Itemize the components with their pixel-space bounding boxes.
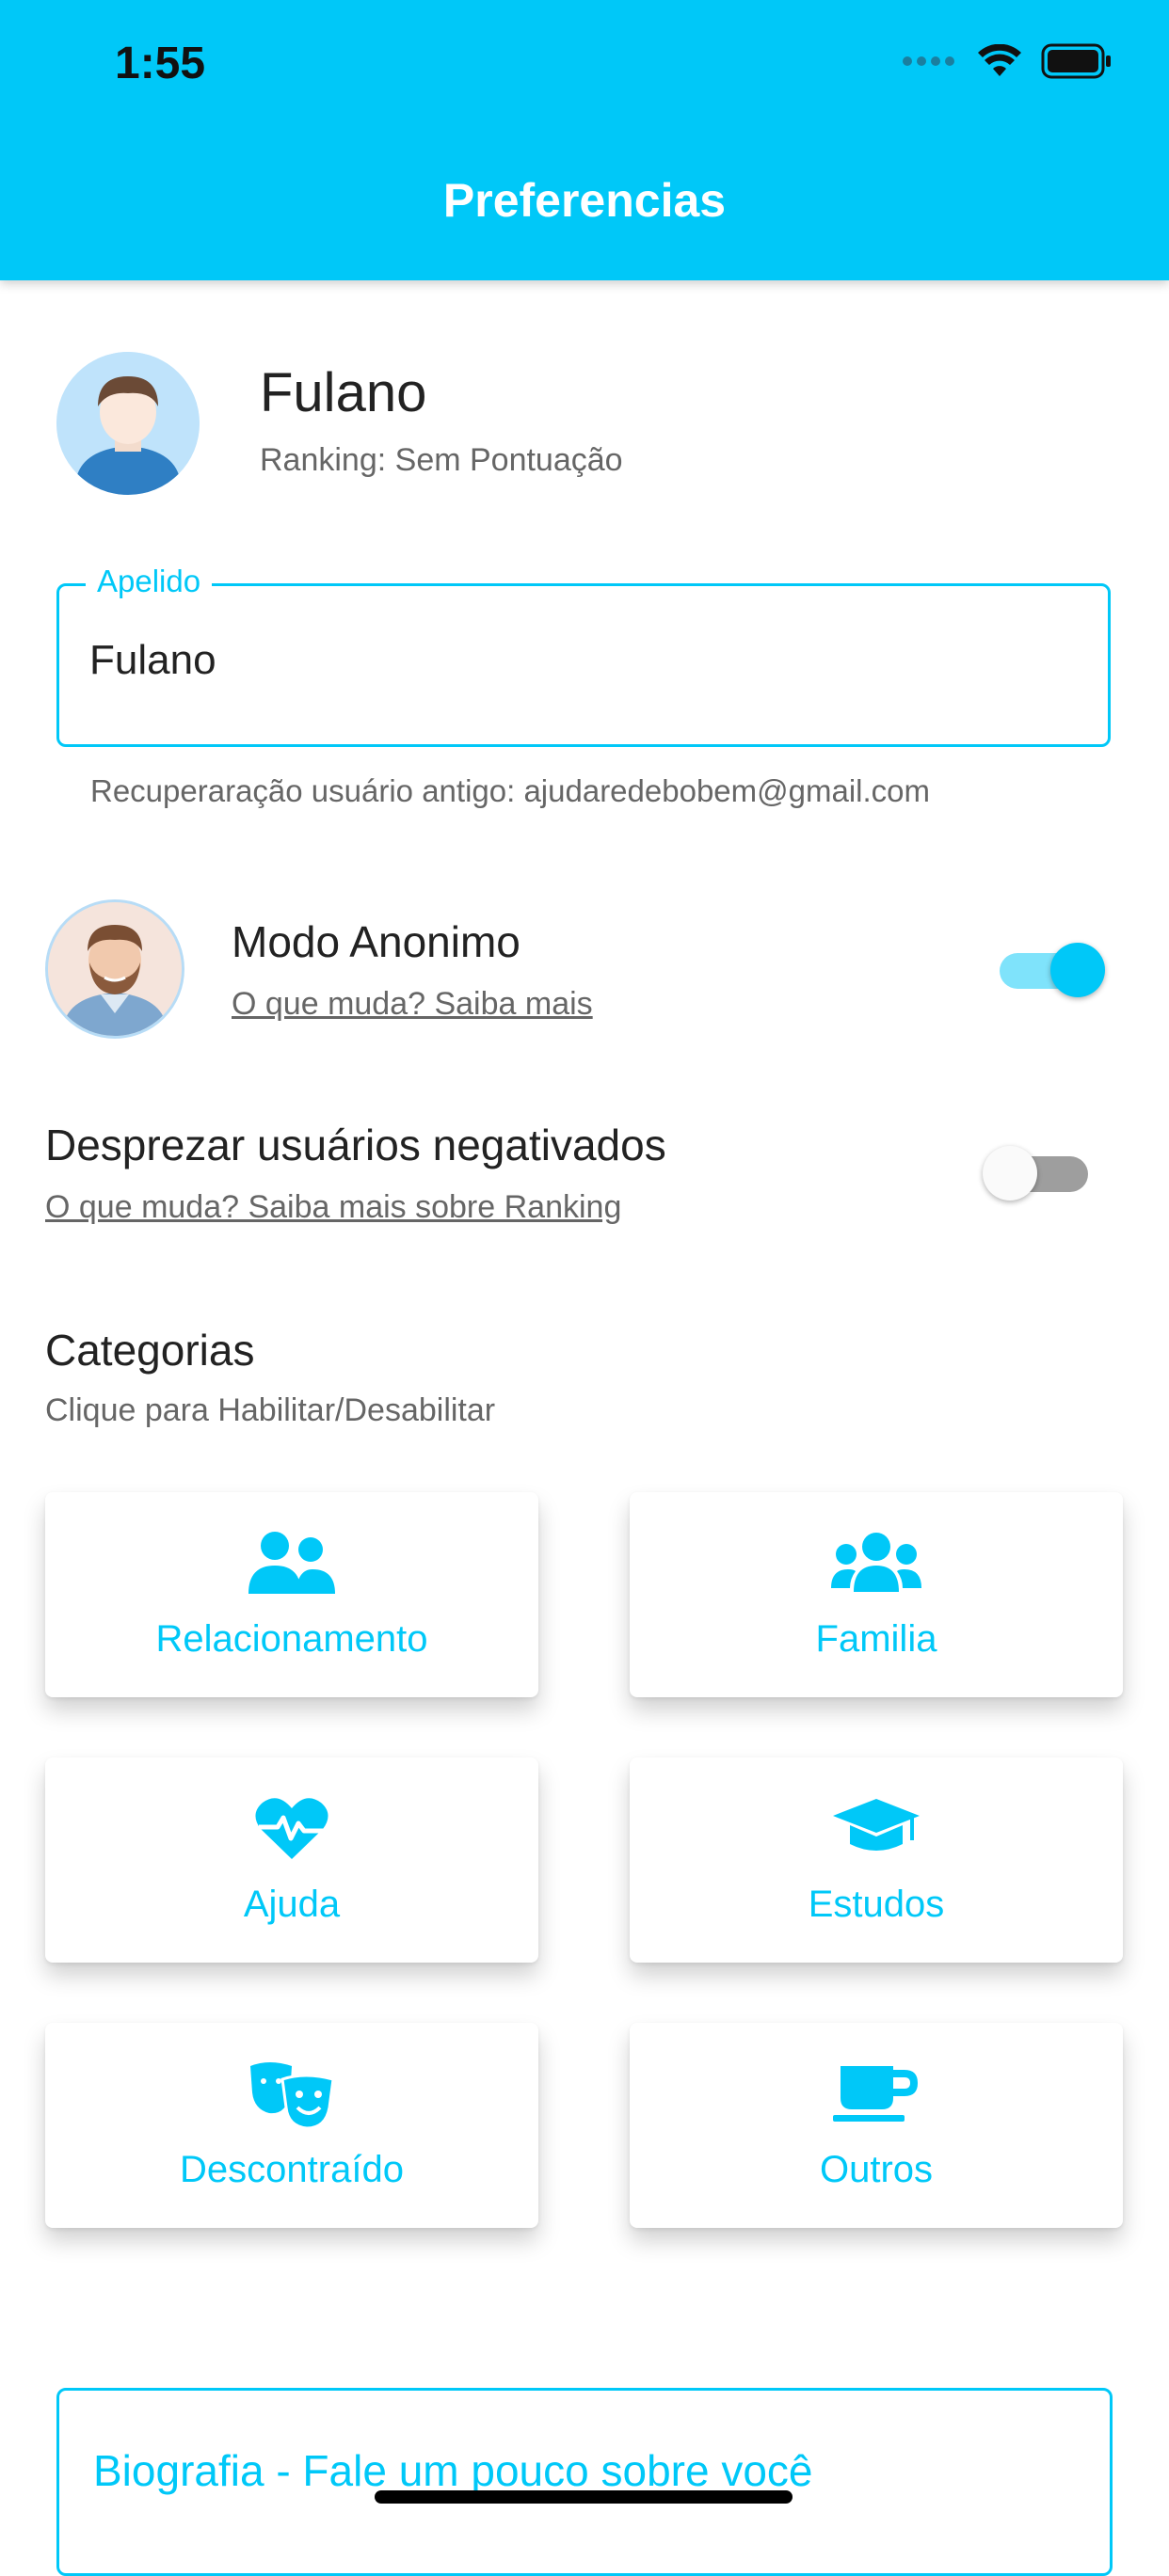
signal-icon: [903, 56, 954, 66]
avatar[interactable]: [56, 352, 200, 495]
biography-label: Biografia - Fale um pouco sobre você: [93, 2446, 813, 2495]
status-icons: [902, 43, 1113, 79]
user-avatar-icon: [56, 352, 200, 495]
wifi-icon: [978, 44, 1021, 76]
user-friends-icon: [248, 1532, 335, 1594]
category-label: Ajuda: [243, 1884, 341, 1925]
anonymous-mode-toggle[interactable]: [996, 943, 1105, 997]
home-indicator: [375, 2490, 793, 2504]
ignore-negative-toggle[interactable]: [983, 1146, 1092, 1201]
coffee-icon: [833, 2066, 918, 2122]
heartbeat-icon: [255, 1798, 328, 1859]
nickname-input[interactable]: [89, 637, 1068, 684]
page-title: Preferencias: [442, 174, 727, 227]
profile-ranking: Ranking: Sem Pontuação: [260, 442, 623, 478]
toggle-knob: [983, 1146, 1037, 1201]
categories-subtitle: Clique para Habilitar/Desabilitar: [45, 1392, 496, 1428]
anonymous-avatar: [45, 899, 184, 1039]
battery-icon: [1041, 43, 1111, 79]
category-label: Familia: [815, 1618, 937, 1660]
users-icon: [831, 1533, 921, 1592]
category-label: Descontraído: [180, 2149, 404, 2190]
category-label: Outros: [819, 2149, 934, 2190]
app-header: 1:55 Preferencias: [0, 0, 1169, 280]
theater-masks-icon: [250, 2062, 335, 2130]
ignore-negative-title: Desprezar usuários negativados: [45, 1121, 666, 1169]
nickname-label: Apelido: [86, 564, 213, 599]
category-label: Relacionamento: [155, 1618, 428, 1660]
nickname-field[interactable]: Apelido: [56, 564, 1111, 747]
category-card-familia[interactable]: Familia: [630, 1492, 1123, 1697]
category-card-outros[interactable]: Outros: [630, 2023, 1123, 2228]
status-time: 1:55: [115, 39, 206, 88]
category-card-ajuda[interactable]: Ajuda: [45, 1757, 538, 1963]
category-card-descontraido[interactable]: Descontraído: [45, 2023, 538, 2228]
categories-title: Categorias: [45, 1326, 255, 1375]
toggle-knob: [1050, 943, 1105, 997]
category-card-relacionamento[interactable]: Relacionamento: [45, 1492, 538, 1697]
recovery-text: Recuperaração usuário antigo: ajudaredeb…: [90, 773, 931, 808]
graduation-cap-icon: [833, 1799, 920, 1851]
anonymous-mode-title: Modo Anonimo: [232, 917, 520, 966]
category-card-estudos[interactable]: Estudos: [630, 1757, 1123, 1963]
profile-name: Fulano: [260, 362, 427, 423]
ignore-negative-info-link[interactable]: O que muda? Saiba mais sobre Ranking: [45, 1189, 621, 1226]
biography-field[interactable]: Biografia - Fale um pouco sobre você: [56, 2388, 1113, 2576]
bearded-man-avatar-icon: [48, 902, 182, 1036]
anonymous-mode-info-link[interactable]: O que muda? Saiba mais: [232, 986, 593, 1023]
category-label: Estudos: [808, 1884, 945, 1925]
